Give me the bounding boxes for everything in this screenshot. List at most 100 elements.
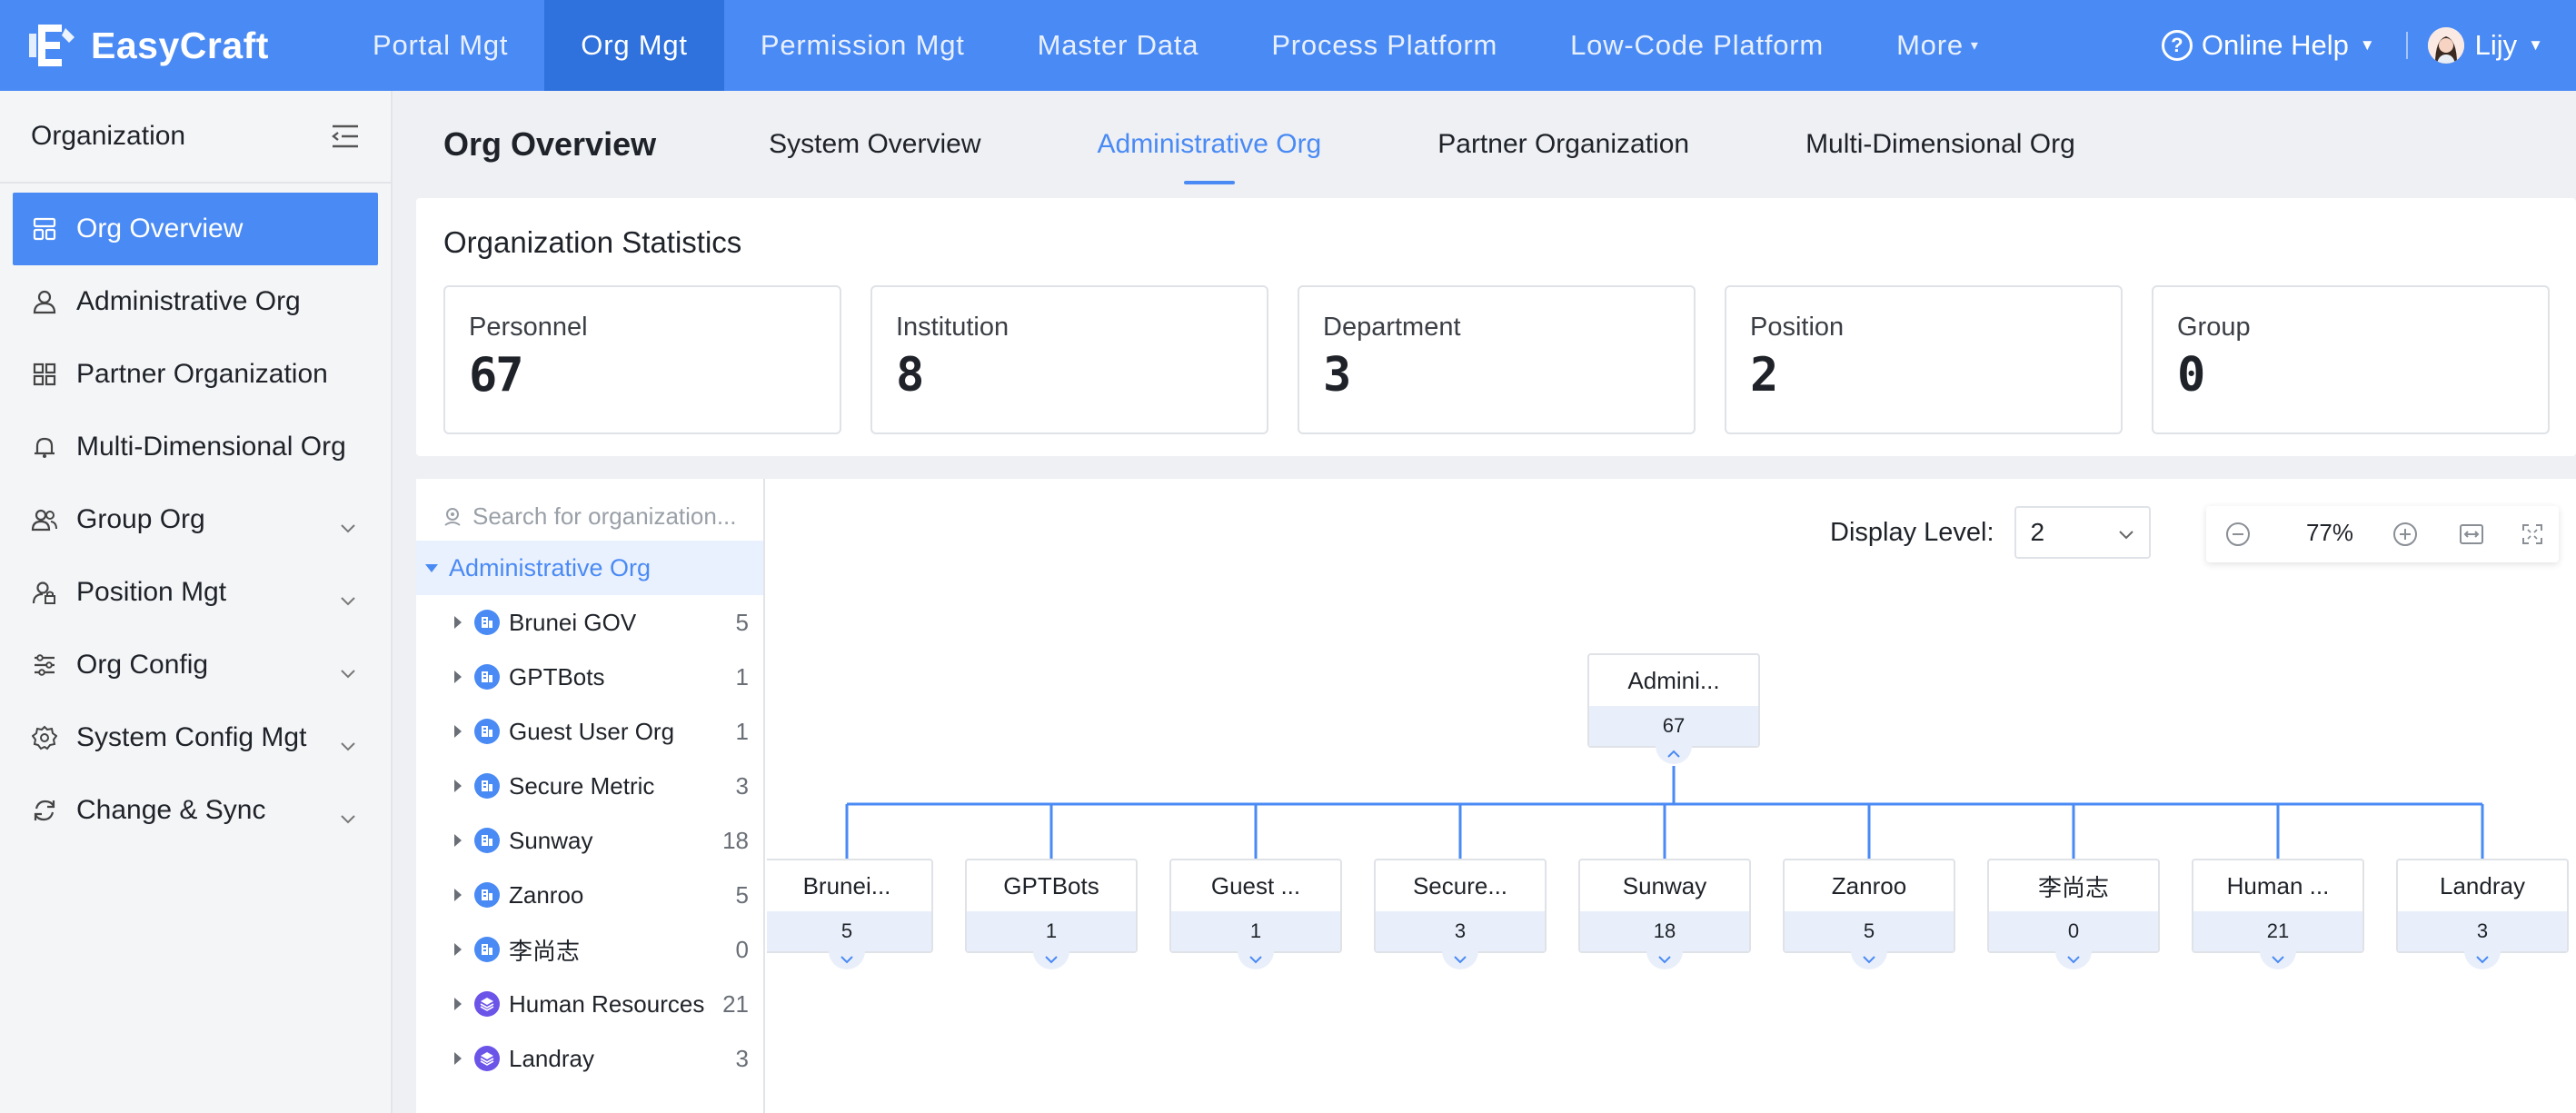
org-node-child[interactable]: Zanroo 5 xyxy=(1783,859,1955,969)
user-icon xyxy=(31,288,58,315)
sidebar-item-group-org[interactable]: Group Org xyxy=(13,483,378,556)
overview-icon xyxy=(31,215,58,243)
tree-item-label: Guest User Org xyxy=(509,717,675,745)
chevron-down-icon xyxy=(340,583,356,614)
org-node-child[interactable]: Human ... 21 xyxy=(2192,859,2364,969)
app-logo[interactable]: EasyCraft xyxy=(0,0,336,91)
sidebar-item-label: Org Overview xyxy=(76,214,244,243)
search-placeholder: Search for organization... xyxy=(472,502,737,530)
tree-item-label: GPTBots xyxy=(509,662,605,691)
expand-triangle-icon[interactable] xyxy=(454,1052,462,1065)
org-node-child[interactable]: Sunway 18 xyxy=(1578,859,1751,969)
user-lock-icon xyxy=(31,579,58,606)
expand-triangle-icon[interactable] xyxy=(454,725,462,738)
expand-triangle-icon[interactable] xyxy=(425,563,438,572)
expand-triangle-icon[interactable] xyxy=(454,834,462,847)
sidebar-item-administrative-org[interactable]: Administrative Org xyxy=(13,265,378,338)
stat-card-institution: Institution 8 xyxy=(870,285,1268,434)
org-node-child[interactable]: 李尚志 0 xyxy=(1987,859,2160,969)
tree-root-item[interactable]: Administrative Org xyxy=(416,541,763,595)
tree-item-count: 5 xyxy=(735,880,749,909)
stat-label: Group xyxy=(2177,313,2251,342)
expand-triangle-icon[interactable] xyxy=(454,616,462,629)
tree-item-count: 21 xyxy=(722,989,749,1018)
sidebar: Organization Org Overview Administrative… xyxy=(0,91,393,1113)
organization-statistics-panel: Organization Statistics Personnel 67 Ins… xyxy=(416,198,2576,456)
expand-triangle-icon[interactable] xyxy=(454,889,462,901)
sidebar-title: Organization xyxy=(31,121,186,151)
tree-item-count: 1 xyxy=(735,662,749,691)
nav-item-permission-mgt[interactable]: Permission Mgt xyxy=(724,0,1001,91)
main-content: Org Overview System Overview Administrat… xyxy=(394,91,2576,1113)
org-chart-canvas[interactable]: Display Level: 2 77% Admini... 67 Brunei… xyxy=(767,479,2576,1113)
top-navigation-bar: EasyCraft Portal Mgt Org Mgt Permission … xyxy=(0,0,2576,91)
node-count: 5 xyxy=(1785,911,1954,951)
org-node-child[interactable]: GPTBots 1 xyxy=(965,859,1138,969)
org-node-root[interactable]: Admini... 67 xyxy=(1587,653,1760,764)
user-menu[interactable]: Lijy ▼ xyxy=(2427,27,2543,64)
nav-item-portal-mgt[interactable]: Portal Mgt xyxy=(336,0,544,91)
sidebar-item-change-sync[interactable]: Change & Sync xyxy=(13,774,378,847)
sidebar-item-org-config[interactable]: Org Config xyxy=(13,629,378,701)
sidebar-item-system-config-mgt[interactable]: System Config Mgt xyxy=(13,701,378,774)
stat-value: 2 xyxy=(1750,348,1778,402)
tree-item-count: 3 xyxy=(735,1044,749,1072)
sidebar-item-position-mgt[interactable]: Position Mgt xyxy=(13,556,378,629)
sidebar-item-partner-organization[interactable]: Partner Organization xyxy=(13,338,378,411)
chevron-down-icon xyxy=(340,511,356,542)
tab-system-overview[interactable]: System Overview xyxy=(769,117,980,172)
building-icon xyxy=(474,828,500,853)
online-help-button[interactable]: ? Online Help ▼ xyxy=(2161,29,2375,62)
tree-item[interactable]: Sunway 18 xyxy=(416,813,763,868)
tree-item-label: Sunway xyxy=(509,826,593,854)
org-node-child[interactable]: Brunei... 5 xyxy=(767,859,933,969)
divider xyxy=(2405,32,2408,59)
stat-card-department: Department 3 xyxy=(1298,285,1696,434)
expand-triangle-icon[interactable] xyxy=(454,780,462,792)
tab-partner-organization[interactable]: Partner Organization xyxy=(1437,117,1689,172)
tree-item[interactable]: Guest User Org 1 xyxy=(416,704,763,759)
org-node-child[interactable]: Landray 3 xyxy=(2396,859,2569,969)
building-icon xyxy=(474,773,500,799)
node-count: 5 xyxy=(767,911,931,951)
collapse-menu-icon[interactable] xyxy=(331,124,360,149)
caret-down-icon: ▼ xyxy=(2359,36,2375,54)
gear-icon xyxy=(31,724,58,751)
node-name: Guest ... xyxy=(1210,871,1301,899)
org-node-child[interactable]: Guest ... 1 xyxy=(1169,859,1342,969)
tab-multi-dimensional-org[interactable]: Multi-Dimensional Org xyxy=(1805,117,2075,172)
expand-triangle-icon[interactable] xyxy=(454,998,462,1010)
tree-item-label: Landray xyxy=(509,1044,594,1072)
tree-item-count: 1 xyxy=(735,717,749,745)
tree-item[interactable]: Human Resources 21 xyxy=(416,977,763,1031)
org-node-child[interactable]: Secure... 3 xyxy=(1374,859,1547,969)
nav-item-more[interactable]: More ▾ xyxy=(1860,0,2015,91)
tabs-bar: Org Overview System Overview Administrat… xyxy=(394,91,2576,198)
building-icon xyxy=(474,610,500,635)
stat-label: Institution xyxy=(896,313,1010,342)
tree-item[interactable]: Brunei GOV 5 xyxy=(416,595,763,650)
sidebar-item-org-overview[interactable]: Org Overview xyxy=(13,193,378,265)
layers-icon xyxy=(474,991,500,1017)
nav-item-master-data[interactable]: Master Data xyxy=(1001,0,1236,91)
tree-item[interactable]: 李尚志 0 xyxy=(416,922,763,977)
tree-item[interactable]: GPTBots 1 xyxy=(416,650,763,704)
tab-administrative-org[interactable]: Administrative Org xyxy=(1098,117,1322,172)
statistics-title: Organization Statistics xyxy=(443,225,742,259)
nav-item-low-code-platform[interactable]: Low-Code Platform xyxy=(1534,0,1860,91)
sidebar-item-label: Multi-Dimensional Org xyxy=(76,432,346,462)
node-count: 3 xyxy=(1376,911,1545,951)
tree-item[interactable]: Secure Metric 3 xyxy=(416,759,763,813)
tree-item[interactable]: Landray 3 xyxy=(416,1031,763,1086)
grid-icon xyxy=(31,361,58,388)
expand-triangle-icon[interactable] xyxy=(454,943,462,956)
expand-triangle-icon[interactable] xyxy=(454,671,462,683)
nav-item-process-platform[interactable]: Process Platform xyxy=(1235,0,1534,91)
app-name: EasyCraft xyxy=(91,24,269,66)
sidebar-item-label: Group Org xyxy=(76,504,205,534)
search-input[interactable]: Search for organization... xyxy=(431,492,751,542)
node-count: 18 xyxy=(1580,911,1749,951)
tree-item[interactable]: Zanroo 5 xyxy=(416,868,763,922)
nav-item-org-mgt[interactable]: Org Mgt xyxy=(544,0,724,91)
sidebar-item-multi-dimensional-org[interactable]: Multi-Dimensional Org xyxy=(13,411,378,483)
